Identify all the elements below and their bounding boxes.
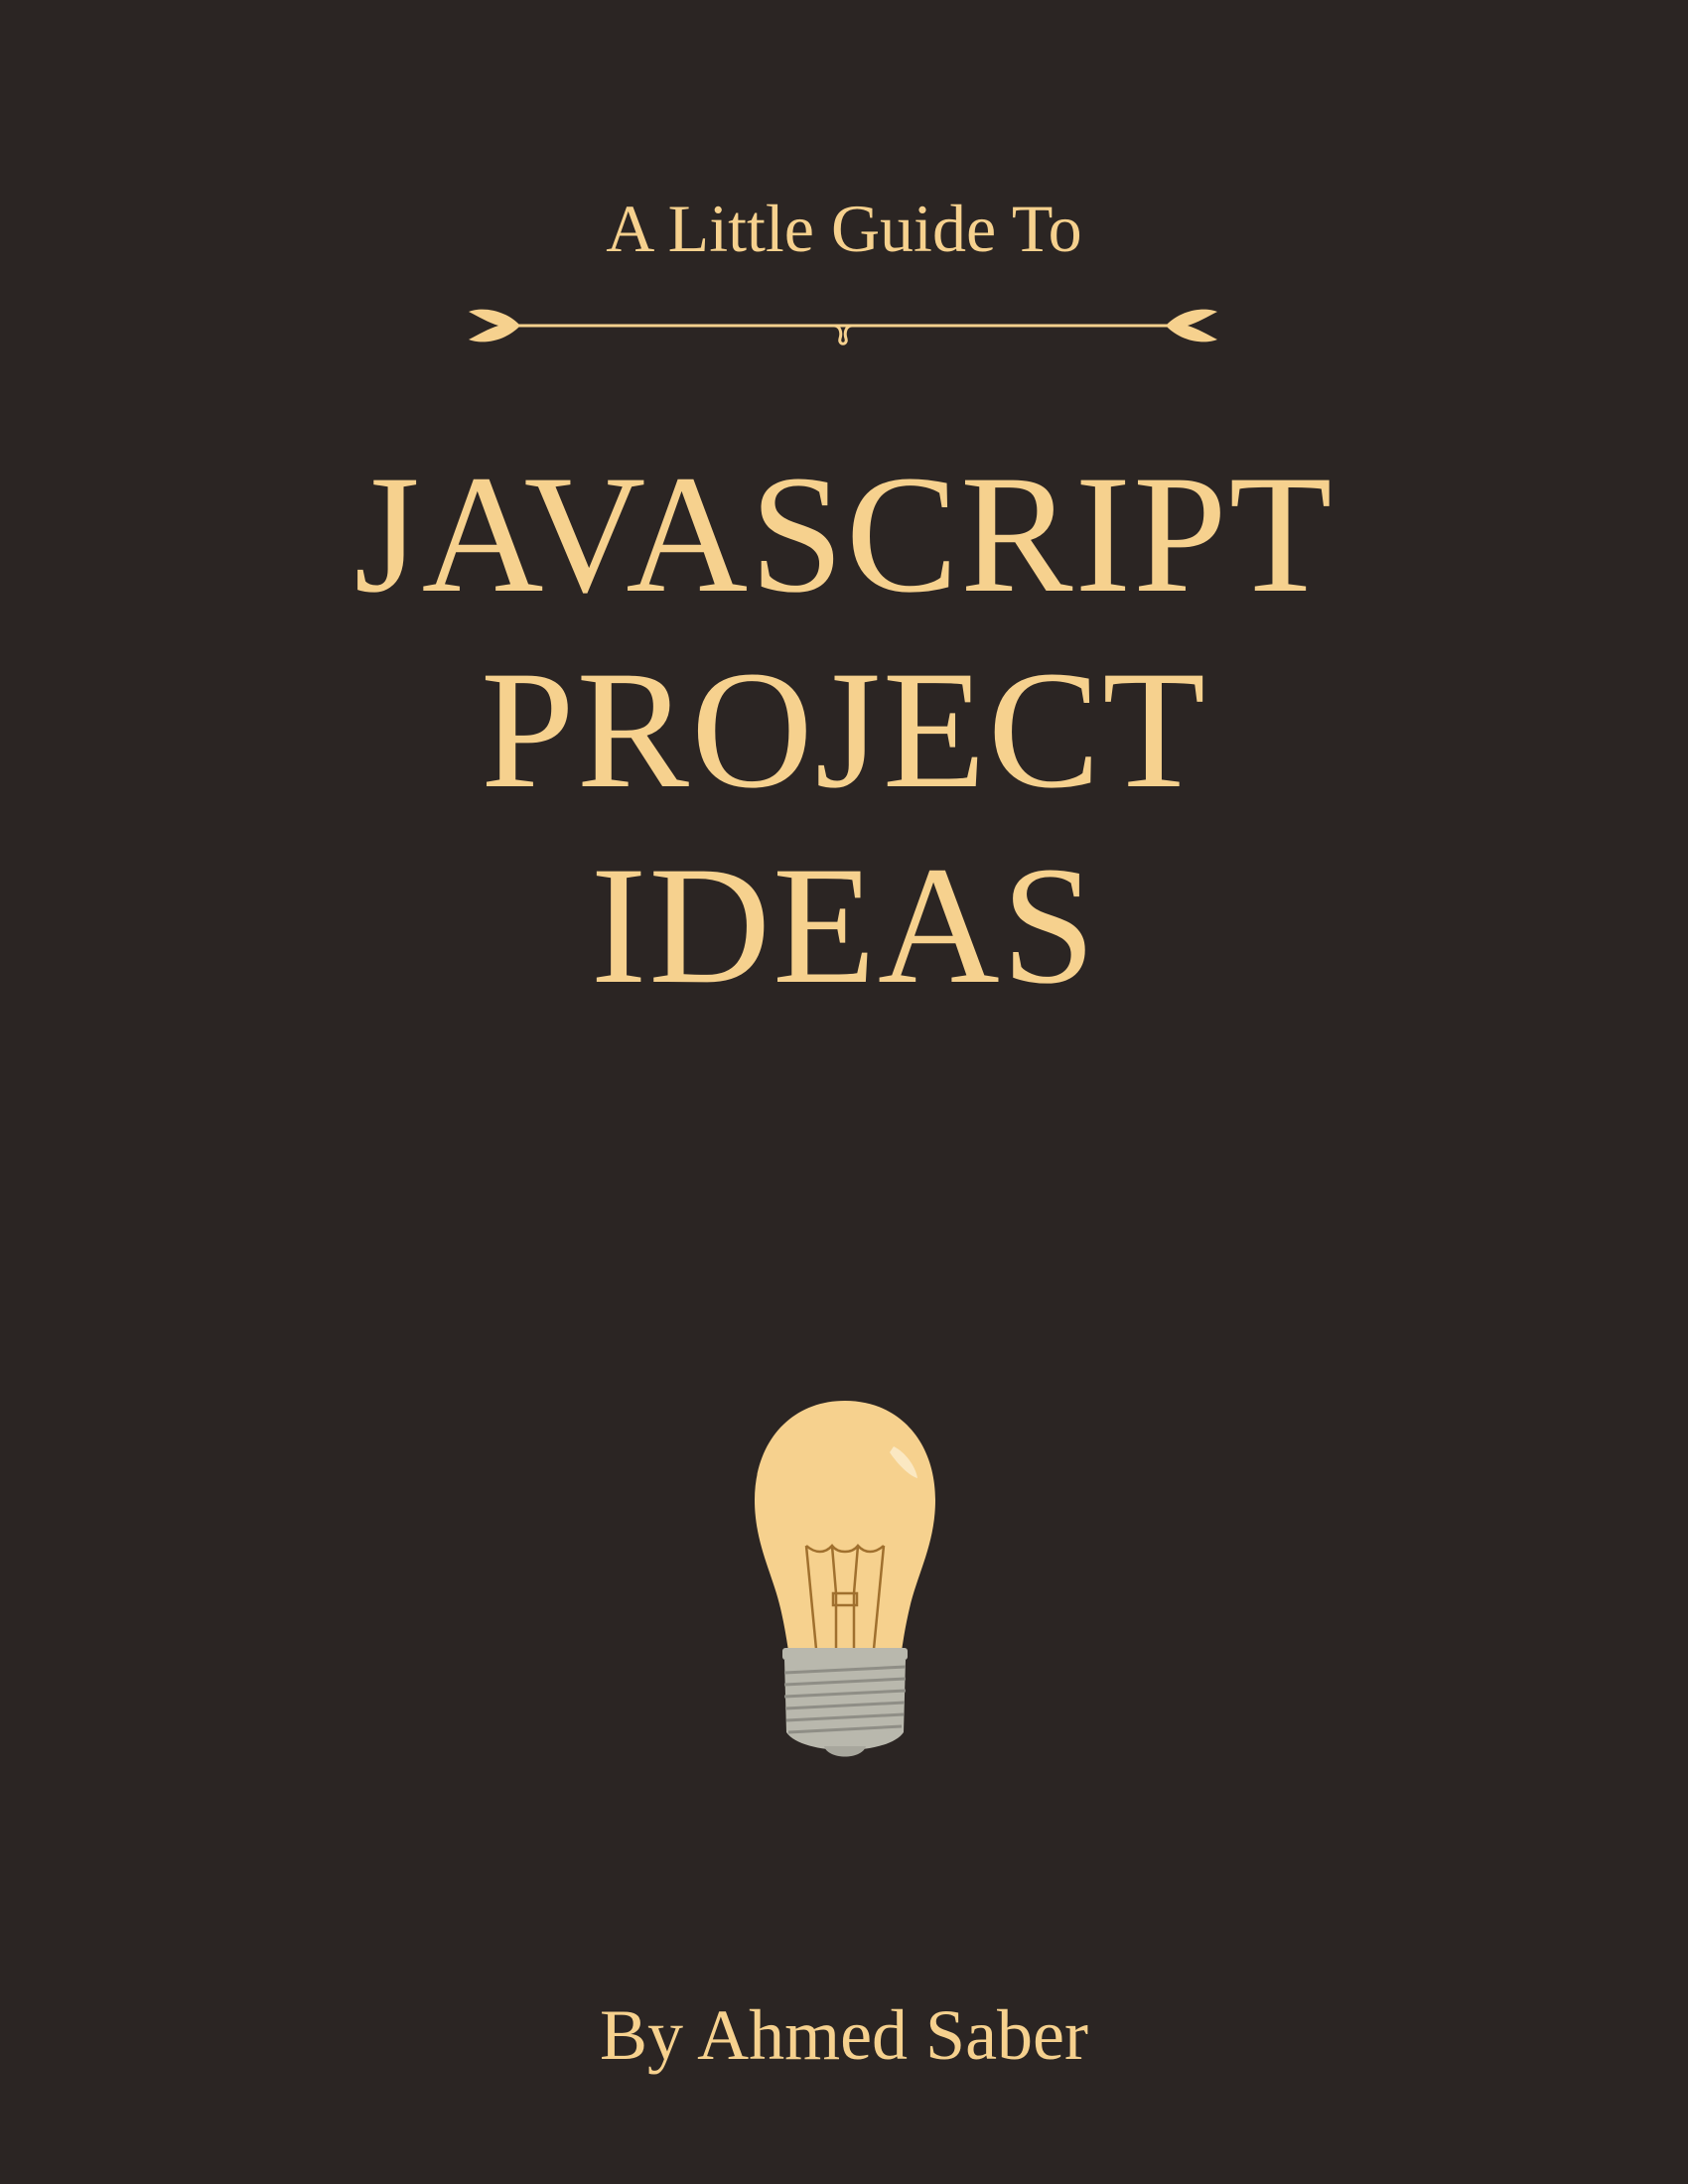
title-line-1: JAVASCRIPT	[353, 441, 1335, 627]
cover-author: By Ahmed Saber	[600, 1995, 1088, 2075]
cover-subtitle: A Little Guide To	[606, 191, 1082, 266]
title-line-2: PROJECT	[481, 636, 1207, 823]
lightbulb-icon	[755, 1401, 935, 1757]
ornamental-divider-icon	[469, 309, 1217, 345]
cover-title: JAVASCRIPT PROJECT IDEAS	[0, 437, 1688, 1024]
book-cover: A Little Guide To JAVASCRIPT PROJECT IDE…	[0, 0, 1688, 2184]
title-line-3: IDEAS	[590, 832, 1098, 1019]
